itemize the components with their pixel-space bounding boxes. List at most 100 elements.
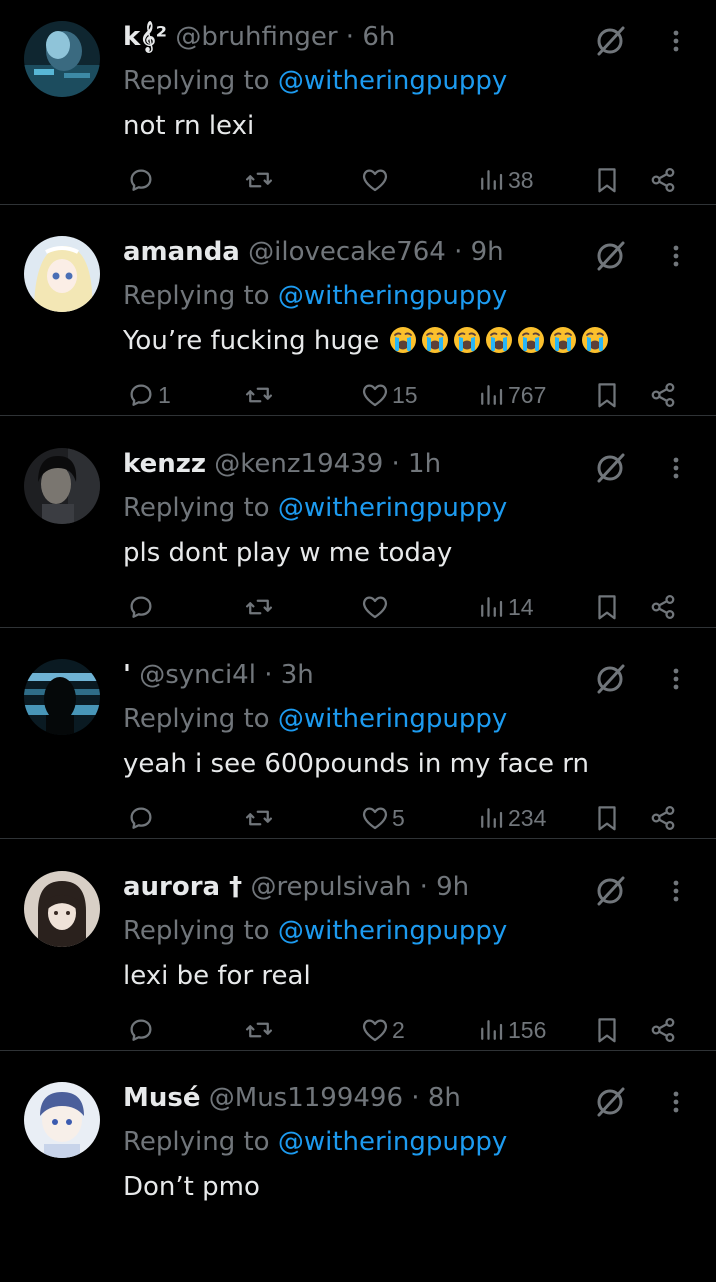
tweet[interactable]: kenzz @kenz19439 · 1h Replying to @wither… [0,437,716,648]
more-icon[interactable] [664,1085,688,1119]
replying-label: Replying to [123,1127,270,1157]
mention-link[interactable]: @witheringpuppy [278,493,507,523]
like-button[interactable]: 2 [360,1010,405,1050]
mention-link[interactable]: @witheringpuppy [278,66,507,96]
views-count: 234 [508,804,547,831]
avatar[interactable] [24,659,100,735]
more-icon[interactable] [664,874,688,908]
retweet-button[interactable] [244,798,276,838]
bookmark-button[interactable] [592,375,622,415]
display-name[interactable]: ' [123,660,131,690]
reply-icon [126,165,156,195]
tweet-text: pls dont play w me today [123,536,452,570]
avatar[interactable] [24,236,100,312]
grok-icon[interactable] [593,24,627,58]
username[interactable]: @repulsivah [250,872,411,902]
username[interactable]: @Mus1199496 [209,1083,403,1113]
tweet[interactable]: ' @synci4l · 3h Replying to @witheringpup… [0,648,716,859]
share-icon [648,803,678,833]
tweet-text: Don’t pmo [123,1170,260,1204]
reply-icon [126,592,156,622]
username[interactable]: @ilovecake764 [248,237,446,267]
timestamp[interactable]: 1h [408,449,441,479]
replying-label: Replying to [123,704,270,734]
heart-icon [360,380,390,410]
avatar[interactable] [24,1082,100,1158]
tweet-header: kenzz @kenz19439 · 1h [123,447,441,481]
display-name[interactable]: kenzz [123,449,206,479]
avatar[interactable] [24,448,100,524]
display-name[interactable]: amanda [123,237,240,267]
more-icon[interactable] [664,662,688,696]
retweet-button[interactable] [244,160,276,200]
avatar[interactable] [24,871,100,947]
tweet-text-content: pls dont play w me today [123,538,453,568]
grok-icon[interactable] [593,874,627,908]
grok-icon[interactable] [593,239,627,273]
timestamp[interactable]: 9h [436,872,469,902]
bookmark-button[interactable] [592,587,622,627]
mention-link[interactable]: @witheringpuppy [278,281,507,311]
retweet-button[interactable] [244,1010,276,1050]
views-button[interactable]: 14 [476,587,534,627]
tweet[interactable]: amanda @ilovecake764 · 9h Replying to @wi… [0,225,716,436]
share-button[interactable] [648,798,678,838]
mention-link[interactable]: @witheringpuppy [278,704,507,734]
grok-icon[interactable] [593,1085,627,1119]
reply-button[interactable]: 1 [126,375,171,415]
timestamp[interactable]: 6h [362,22,395,52]
tweet-text: lexi be for real [123,959,311,993]
separator-dot: · [454,237,463,267]
bookmark-button[interactable] [592,1010,622,1050]
display-name[interactable]: aurora † [123,872,242,902]
divider [0,1050,716,1051]
more-icon[interactable] [664,451,688,485]
like-button[interactable] [360,160,392,200]
divider [0,838,716,839]
more-icon[interactable] [664,239,688,273]
username[interactable]: @synci4l [139,660,256,690]
views-button[interactable]: 38 [476,160,534,200]
bookmark-button[interactable] [592,160,622,200]
views-button[interactable]: 156 [476,1010,546,1050]
timestamp[interactable]: 3h [281,660,314,690]
heart-icon [360,592,390,622]
grok-icon[interactable] [593,451,627,485]
reply-button[interactable] [126,798,158,838]
tweet[interactable]: aurora † @repulsivah · 9h Replying to @wi… [0,860,716,1071]
loudly-crying-face-icon [420,325,450,364]
reply-button[interactable] [126,1010,158,1050]
views-button[interactable]: 767 [476,375,546,415]
like-button[interactable] [360,587,392,627]
share-button[interactable] [648,375,678,415]
display-name[interactable]: k𝄞² [123,22,167,52]
tweet[interactable]: Musé @Mus1199496 · 8h Replying to @wither… [0,1071,716,1282]
share-button[interactable] [648,587,678,627]
reply-button[interactable] [126,587,158,627]
avatar[interactable] [24,21,100,97]
retweet-icon [244,592,274,622]
mention-link[interactable]: @witheringpuppy [278,1127,507,1157]
retweet-button[interactable] [244,587,276,627]
mention-link[interactable]: @witheringpuppy [278,916,507,946]
tweet[interactable]: k𝄞² @bruhfinger · 6h Replying to @witheri… [0,10,716,221]
loudly-crying-face-icon [580,325,610,364]
divider [0,415,716,416]
retweet-button[interactable] [244,375,276,415]
bookmark-button[interactable] [592,798,622,838]
timestamp[interactable]: 8h [428,1083,461,1113]
share-button[interactable] [648,160,678,200]
separator-dot: · [264,660,273,690]
display-name[interactable]: Musé [123,1083,201,1113]
like-button[interactable]: 5 [360,798,405,838]
more-icon[interactable] [664,24,688,58]
like-button[interactable]: 15 [360,375,418,415]
timestamp[interactable]: 9h [471,237,504,267]
grok-icon[interactable] [593,662,627,696]
views-button[interactable]: 234 [476,798,546,838]
username[interactable]: @bruhfinger [175,22,337,52]
username[interactable]: @kenz19439 [214,449,383,479]
reply-button[interactable] [126,160,158,200]
replying-label: Replying to [123,281,270,311]
share-button[interactable] [648,1010,678,1050]
